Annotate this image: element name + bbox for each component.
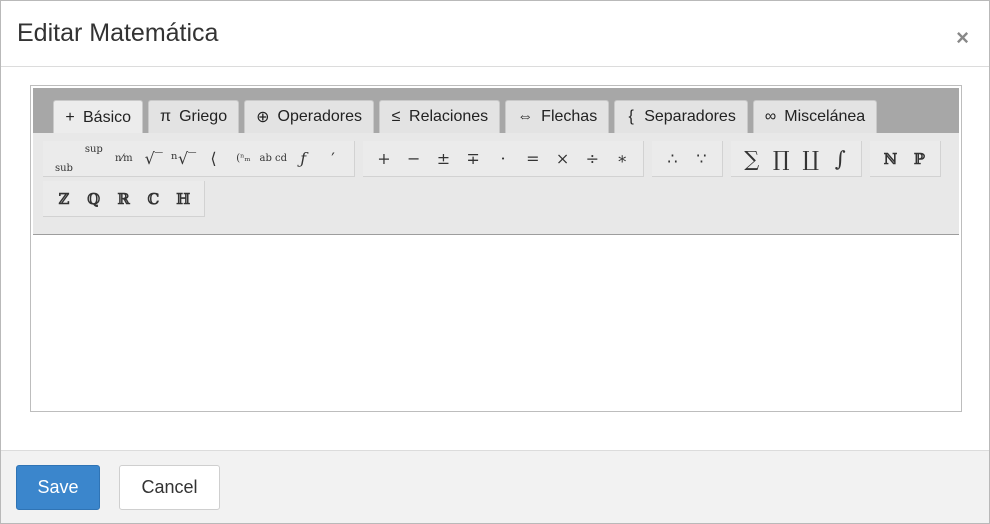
tab-separadores[interactable]: { Separadores xyxy=(614,100,748,133)
matrix-button[interactable]: ab cd xyxy=(258,144,288,174)
tab-relaciones[interactable]: ≤ Relaciones xyxy=(379,100,501,133)
tab-miscelanea[interactable]: ∞ Miscelánea xyxy=(752,100,878,133)
symbol-group-sets-1: ℕ ℙ xyxy=(870,141,941,177)
sum-button[interactable]: ∑ xyxy=(737,144,767,174)
tab-basico[interactable]: + Básico xyxy=(53,100,144,134)
integral-button[interactable]: ∫ xyxy=(826,144,856,174)
symbol-panel: sub sup n⁄m √‾ ⁿ√‾ ⟨ (ⁿₘ ab cd ƒ ′ + − ±… xyxy=(33,133,959,235)
minus-plus-button[interactable]: ∓ xyxy=(458,144,488,174)
times-button[interactable]: × xyxy=(548,144,578,174)
cancel-button[interactable]: Cancel xyxy=(119,465,220,510)
tab-operadores[interactable]: ⊕ Operadores xyxy=(244,100,375,133)
symbol-group-logic: ∴ ∵ xyxy=(652,141,723,177)
asterisk-button[interactable]: ∗ xyxy=(607,144,637,174)
tab-label: Básico xyxy=(83,108,132,126)
pi-icon: π xyxy=(160,108,172,125)
math-input-area[interactable] xyxy=(33,236,959,409)
equals-button[interactable]: = xyxy=(518,144,548,174)
function-button[interactable]: ƒ xyxy=(288,144,318,174)
coproduct-button[interactable]: ∐ xyxy=(796,144,826,174)
symbol-tabs: + Básico π Griego ⊕ Operadores ≤ Relacio… xyxy=(53,100,878,134)
dialog-title: Editar Matemática xyxy=(17,19,219,47)
quaternions-button[interactable]: ℍ xyxy=(168,184,198,214)
product-button[interactable]: ∏ xyxy=(767,144,797,174)
symbol-toolbar: + Básico π Griego ⊕ Operadores ≤ Relacio… xyxy=(33,88,959,235)
binomial-button[interactable]: (ⁿₘ xyxy=(228,144,258,174)
edit-math-dialog: Editar Matemática × + Básico π Griego ⊕ … xyxy=(0,0,990,524)
subscript-button[interactable]: sub xyxy=(49,144,79,174)
divide-button[interactable]: ÷ xyxy=(577,144,607,174)
prime-button[interactable]: ′ xyxy=(318,144,348,174)
symbol-group-big-operators: ∑ ∏ ∐ ∫ xyxy=(731,141,862,177)
nth-root-button[interactable]: ⁿ√‾ xyxy=(169,144,199,174)
tab-label: Griego xyxy=(179,108,228,125)
plus-minus-button[interactable]: ± xyxy=(429,144,459,174)
superscript-button[interactable]: sup xyxy=(79,144,109,174)
symbol-group-basic: sub sup n⁄m √‾ ⁿ√‾ ⟨ (ⁿₘ ab cd ƒ ′ xyxy=(43,141,355,177)
less-equal-icon: ≤ xyxy=(391,108,401,125)
angle-bracket-button[interactable]: ⟨ xyxy=(199,144,229,174)
tab-griego[interactable]: π Griego xyxy=(148,100,240,133)
naturals-button[interactable]: ℕ xyxy=(876,144,905,174)
close-icon[interactable]: × xyxy=(956,27,969,49)
symbol-group-operators: + − ± ∓ · = × ÷ ∗ xyxy=(363,141,644,177)
dialog-footer: Save Cancel xyxy=(1,450,989,523)
brace-icon: { xyxy=(628,108,634,125)
infinity-icon: ∞ xyxy=(764,108,777,125)
tab-label: Operadores xyxy=(277,108,363,125)
plus-button[interactable]: + xyxy=(369,144,399,174)
therefore-button[interactable]: ∴ xyxy=(658,144,687,174)
double-arrow-icon: ⇔ xyxy=(517,108,534,125)
tab-flechas[interactable]: ⇔ Flechas xyxy=(505,100,610,133)
circled-plus-icon: ⊕ xyxy=(256,109,270,126)
integers-button[interactable]: ℤ xyxy=(49,184,79,214)
save-button[interactable]: Save xyxy=(16,465,100,510)
square-root-button[interactable]: √‾ xyxy=(139,144,169,174)
tab-label: Flechas xyxy=(541,108,598,125)
math-editor: + Básico π Griego ⊕ Operadores ≤ Relacio… xyxy=(30,85,962,412)
plus-icon: + xyxy=(65,108,75,126)
tab-label: Miscelánea xyxy=(784,108,866,125)
because-button[interactable]: ∵ xyxy=(687,144,716,174)
minus-button[interactable]: − xyxy=(399,144,429,174)
tab-label: Separadores xyxy=(644,108,736,125)
complex-button[interactable]: ℂ xyxy=(138,184,168,214)
fraction-button[interactable]: n⁄m xyxy=(109,144,139,174)
rationals-button[interactable]: ℚ xyxy=(79,184,109,214)
tab-label: Relaciones xyxy=(409,108,489,125)
dialog-header: Editar Matemática × xyxy=(1,1,989,67)
symbol-group-sets-2: ℤ ℚ ℝ ℂ ℍ xyxy=(43,181,205,217)
primes-button[interactable]: ℙ xyxy=(905,144,934,174)
dot-button[interactable]: · xyxy=(488,144,518,174)
reals-button[interactable]: ℝ xyxy=(109,184,139,214)
